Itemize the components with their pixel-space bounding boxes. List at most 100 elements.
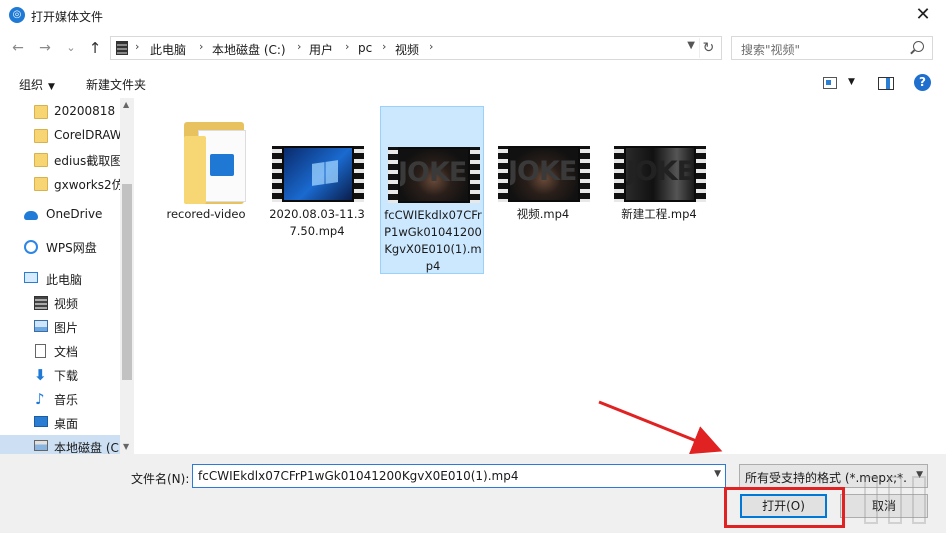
sidebar-item-downloads[interactable]: ⬇ 下载: [0, 363, 120, 387]
back-button[interactable]: ←: [9, 39, 27, 57]
caret-down-icon: ▼: [48, 82, 55, 92]
breadcrumb-users[interactable]: 用户: [309, 41, 333, 58]
this-pc-icon: [24, 272, 38, 283]
search-icon: [913, 41, 924, 52]
scrollbar-thumb[interactable]: [122, 184, 132, 380]
sidebar-item-desktop[interactable]: 桌面: [0, 411, 120, 435]
help-icon[interactable]: ?: [914, 74, 931, 91]
command-toolbar: 组织 ▼ 新建文件夹 ▼ ?: [0, 68, 946, 98]
filename-input[interactable]: fcCWIEkdlx07CFrP1wGk01041200KgvX0E010(1)…: [192, 464, 726, 488]
sidebar-item-label: 此电脑: [46, 273, 83, 287]
sidebar-item-videos[interactable]: 视频: [0, 291, 120, 315]
sidebar-item-music[interactable]: ♪ 音乐: [0, 387, 120, 411]
pictures-icon: [34, 320, 48, 332]
desktop-screenshot-thumbnail: [284, 148, 352, 200]
file-item-video[interactable]: JOKE 新建工程.mp4: [607, 106, 711, 274]
breadcrumb-separator: ›: [135, 40, 140, 53]
sidebar-item-local-disk[interactable]: 本地磁盘 (C: [0, 435, 120, 454]
breadcrumb-separator: ›: [382, 40, 387, 53]
sidebar-item-coreldraw[interactable]: CorelDRAW: [0, 124, 122, 148]
chevron-down-icon[interactable]: ▼: [714, 469, 721, 479]
forward-button[interactable]: →: [36, 39, 54, 57]
file-item-folder[interactable]: recored-video: [154, 106, 258, 274]
organize-button[interactable]: 组织 ▼: [19, 76, 55, 93]
sidebar-item-label: 桌面: [54, 417, 79, 431]
documents-icon: [35, 344, 46, 358]
sidebar-item-gxworks2[interactable]: gxworks2仿: [0, 172, 124, 196]
new-folder-button[interactable]: 新建文件夹: [86, 76, 146, 93]
sidebar-item-this-pc[interactable]: 此电脑: [0, 267, 120, 291]
breadcrumb-separator: ›: [345, 40, 350, 53]
breadcrumb-separator: ›: [429, 40, 434, 53]
file-item-video[interactable]: 2020.08.03-11.37.50.mp4: [265, 106, 369, 274]
downloads-icon: ⬇: [34, 366, 47, 384]
close-button[interactable]: ✕: [900, 0, 946, 31]
navigation-pane[interactable]: 20200818 CorelDRAW edius截取图 gxworks2仿 On…: [0, 98, 134, 454]
sidebar-item-pictures[interactable]: 图片: [0, 315, 120, 339]
chevron-down-icon[interactable]: ▼: [687, 40, 695, 51]
breadcrumb-local-disk[interactable]: 本地磁盘 (C:): [212, 41, 286, 58]
sidebar-item-label: 本地磁盘 (C: [54, 441, 119, 454]
app-icon: ◎: [9, 7, 25, 23]
video-folder-icon: [34, 296, 48, 310]
breadcrumb-separator: ›: [297, 40, 302, 53]
breadcrumb-pc[interactable]: pc: [358, 41, 372, 55]
wps-cloud-icon: [24, 240, 38, 254]
video-folder-icon: [116, 41, 128, 55]
file-name: 视频.mp4: [516, 207, 570, 221]
sidebar-item-label: edius截取图: [54, 154, 123, 168]
sidebar-item-edius[interactable]: edius截取图: [0, 148, 123, 172]
file-name: 新建工程.mp4: [621, 207, 697, 221]
breadcrumb-separator: ›: [199, 40, 204, 53]
folder-icon: [34, 105, 48, 119]
sidebar-scrollbar[interactable]: ▲ ▼: [120, 98, 134, 454]
sidebar-item-label: WPS网盘: [46, 241, 97, 255]
address-bar[interactable]: › 此电脑 › 本地磁盘 (C:) › 用户 › pc › 视频 › ▼ ↻: [110, 36, 722, 60]
refresh-icon[interactable]: ↻: [699, 38, 717, 58]
folder-icon: [184, 116, 248, 204]
drive-icon: [34, 440, 48, 451]
thumbnail-text: JOKER: [400, 157, 468, 188]
file-list[interactable]: recored-video 2020.08.03-11.37.50.mp4 JO…: [135, 98, 946, 454]
desktop-icon: [34, 416, 48, 427]
preview-pane-icon[interactable]: [878, 77, 894, 90]
filename-value: fcCWIEkdlx07CFrP1wGk01041200KgvX0E010(1)…: [198, 469, 519, 483]
video-thumbnail: JOKER: [498, 146, 590, 202]
breadcrumb-this-pc[interactable]: 此电脑: [150, 41, 186, 58]
folder-icon: [34, 153, 48, 167]
breadcrumb-videos[interactable]: 视频: [395, 41, 419, 58]
view-options-icon[interactable]: [823, 77, 837, 89]
onedrive-icon: [24, 211, 38, 220]
file-item-video-selected[interactable]: JOKER fcCWIEkdlx07CFrP1wGk01041200KgvX0E…: [380, 106, 484, 274]
file-name: recored-video: [166, 207, 246, 221]
video-thumbnail: JOKE: [614, 146, 706, 202]
scroll-up-icon[interactable]: ▲: [123, 100, 129, 109]
file-name: 2020.08.03-11.37.50.mp4: [269, 207, 365, 238]
sidebar-item-label: 视频: [54, 297, 79, 311]
video-thumbnail: [272, 146, 364, 202]
window-title: 打开媒体文件: [31, 10, 104, 24]
sidebar-item-label: 20200818: [54, 104, 116, 118]
view-dropdown-icon[interactable]: ▼: [848, 77, 855, 87]
title-bar: ◎ 打开媒体文件 ✕: [0, 0, 946, 31]
sidebar-item-onedrive[interactable]: OneDrive: [0, 203, 120, 227]
video-thumbnail: JOKER: [388, 147, 480, 203]
sidebar-item-wps[interactable]: WPS网盘: [0, 235, 120, 259]
sidebar-item-20200818[interactable]: 20200818: [0, 100, 120, 124]
folder-icon: [34, 177, 48, 191]
up-button[interactable]: ↑: [86, 39, 104, 57]
sidebar-item-documents[interactable]: 文档: [0, 339, 120, 363]
sidebar-item-label: 文档: [54, 345, 79, 359]
scroll-down-icon[interactable]: ▼: [123, 442, 129, 451]
recent-locations-button[interactable]: ⌄: [62, 39, 80, 57]
sidebar-item-label: gxworks2仿: [54, 178, 124, 192]
organize-label: 组织: [19, 78, 44, 92]
sidebar-item-label: OneDrive: [46, 207, 103, 221]
watermark: [858, 470, 938, 530]
sidebar-item-label: 图片: [54, 321, 79, 335]
thumbnail-text: JOKE: [626, 156, 694, 187]
sidebar-item-label: CorelDRAW: [54, 128, 122, 142]
search-box[interactable]: 搜索"视频": [731, 36, 933, 60]
file-item-video[interactable]: JOKER 视频.mp4: [491, 106, 595, 274]
search-placeholder: 搜索"视频": [741, 43, 801, 57]
